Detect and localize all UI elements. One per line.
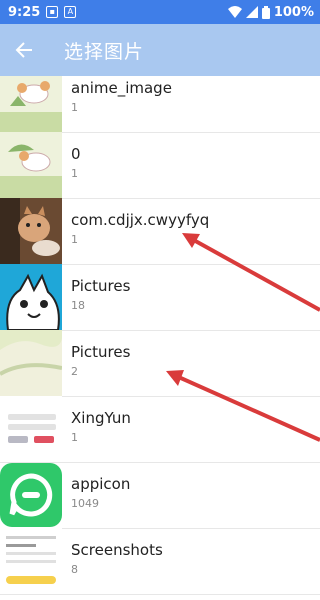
- folder-count: 18: [71, 299, 85, 312]
- status-time: 9:25: [8, 4, 41, 20]
- folder-thumbnail: [0, 330, 62, 396]
- status-bar: 9:25 ▪ A 100%: [0, 0, 320, 24]
- folder-row-screenshots[interactable]: Screenshots 8: [0, 528, 320, 595]
- folder-thumbnail: [0, 76, 62, 132]
- folder-name: Pictures: [71, 343, 131, 361]
- battery-icon: [261, 5, 270, 19]
- folder-name: com.cdjjx.cwyyfyq: [71, 211, 210, 229]
- folder-thumbnail: [0, 264, 62, 330]
- folder-thumbnail: [0, 198, 62, 264]
- notification-a-icon: A: [64, 6, 77, 18]
- folder-count: 1049: [71, 497, 99, 510]
- folder-row-com-cdjjx[interactable]: com.cdjjx.cwyyfyq 1: [0, 198, 320, 265]
- folder-name: anime_image: [71, 79, 172, 97]
- folder-thumbnail: [0, 396, 62, 462]
- folder-count: 1: [71, 167, 78, 180]
- folder-thumbnail: [0, 132, 62, 198]
- folder-thumbnail: [0, 462, 62, 528]
- back-arrow-icon[interactable]: [14, 40, 34, 60]
- folder-count: 8: [71, 563, 78, 576]
- folder-count: 1: [71, 431, 78, 444]
- folder-row-pictures-18[interactable]: Pictures 18: [0, 264, 320, 331]
- folder-count: 1: [71, 233, 78, 246]
- folder-row-appicon[interactable]: appicon 1049: [0, 462, 320, 529]
- page-title: 选择图片: [64, 40, 145, 63]
- folder-list: anime_image 1 0 1 com.cdjjx.cwyyfyq 1 Pi…: [0, 76, 320, 600]
- folder-row-xingyun[interactable]: XingYun 1: [0, 396, 320, 463]
- notification-icon: ▪: [46, 6, 59, 18]
- folder-name: 0: [71, 145, 81, 163]
- folder-name: Screenshots: [71, 541, 163, 559]
- folder-count: 1: [71, 101, 78, 114]
- signal-icon: [245, 6, 258, 18]
- battery-percent: 100%: [273, 4, 314, 20]
- folder-name: XingYun: [71, 409, 131, 427]
- folder-count: 2: [71, 365, 78, 378]
- app-bar: 选择图片: [0, 24, 320, 76]
- folder-row-0[interactable]: 0 1: [0, 132, 320, 199]
- wifi-icon: [227, 6, 242, 18]
- folder-name: Pictures: [71, 277, 131, 295]
- folder-row-anime-image[interactable]: anime_image 1: [0, 76, 320, 133]
- folder-row-pictures-2[interactable]: Pictures 2: [0, 330, 320, 397]
- folder-thumbnail: [0, 528, 62, 594]
- folder-name: appicon: [71, 475, 131, 493]
